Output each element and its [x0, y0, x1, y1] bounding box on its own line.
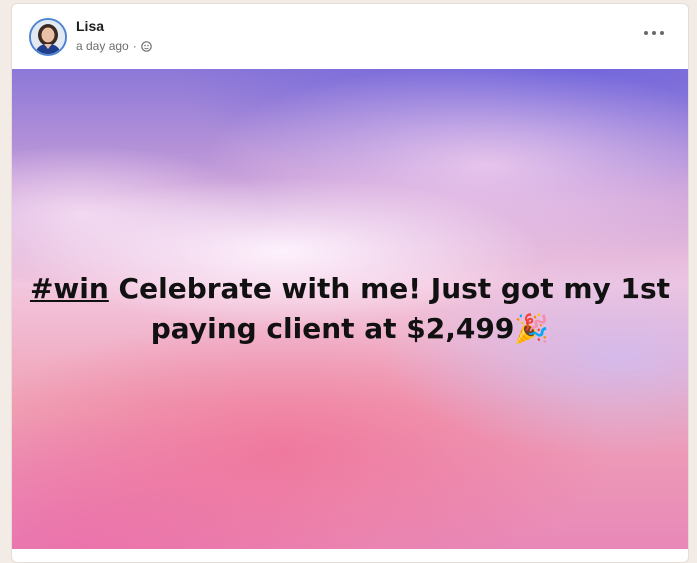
author-name[interactable]: Lisa — [76, 18, 104, 34]
post-text-line-2: paying client at $2,499🎉 — [12, 309, 688, 349]
post-text-line-1-rest: Celebrate with me! Just got my 1st — [108, 272, 671, 305]
post-card: Lisa a day ago · #win Celebrate with me!… — [11, 3, 689, 563]
post-banner-image[interactable]: #win Celebrate with me! Just got my 1st … — [12, 69, 688, 549]
hashtag-link[interactable]: #win — [30, 272, 109, 305]
more-options-icon[interactable] — [644, 26, 664, 40]
post-header: Lisa a day ago · — [12, 4, 688, 69]
post-text-line-2-text: paying client at $2,499 — [150, 312, 515, 345]
more-dot — [652, 31, 656, 35]
post-text-line-1: #win Celebrate with me! Just got my 1st — [12, 269, 688, 309]
post-text: #win Celebrate with me! Just got my 1st … — [12, 269, 688, 349]
avatar[interactable] — [29, 18, 67, 56]
globe-icon — [140, 40, 152, 52]
post-time[interactable]: a day ago — [76, 39, 129, 53]
more-dot — [644, 31, 648, 35]
more-dot — [660, 31, 664, 35]
party-popper-icon: 🎉 — [514, 312, 550, 345]
post-meta: a day ago · — [76, 39, 152, 53]
meta-separator: · — [132, 39, 137, 53]
